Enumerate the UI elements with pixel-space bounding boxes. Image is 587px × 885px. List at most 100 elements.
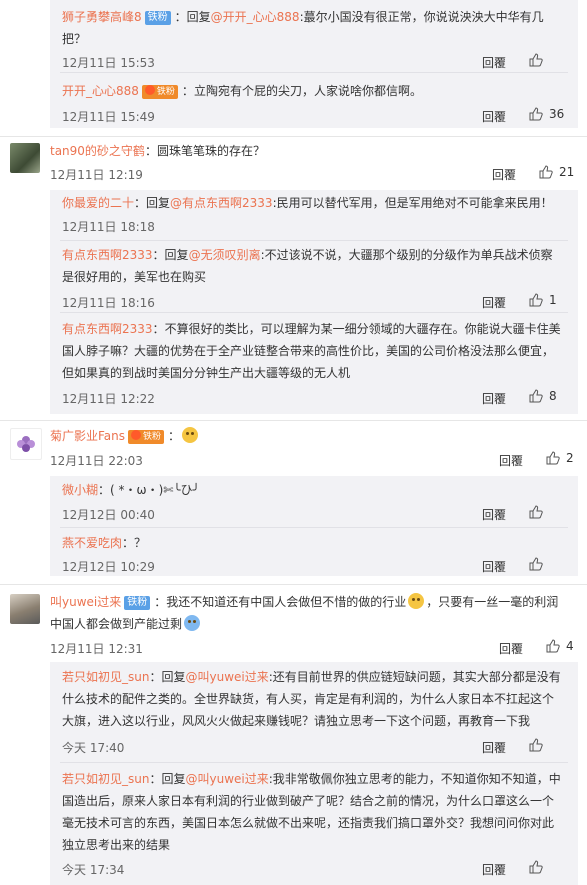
reply-text: 你最爱的二十：回复@有点东西啊2333:民用可以替代军用，但是军用绝对不可能拿来… [62,196,553,210]
user-link[interactable]: 狮子勇攀高峰8 [62,10,142,24]
thumbs-up-icon [539,165,553,179]
user-link[interactable]: 叫yuwei过来 [50,595,121,609]
divider [60,240,568,241]
reply-text: 狮子勇攀高峰8 铁粉 ：回复@开开_心心888:蕞尔小国没有很正常，你说说泱泱大中华… [62,10,544,46]
avatar[interactable] [10,143,40,173]
reply-text: 若只如初见_sun：回复@叫yuwei过来:我非常敬佩你独立思考的能力，不知道你… [62,772,561,852]
divider [60,527,568,528]
reply-box: 你最爱的二十：回复@有点东西啊2333:民用可以替代军用，但是军用绝对不可能拿来… [50,190,578,414]
timestamp: 12月11日 15:53 [62,56,155,70]
reply-button[interactable]: 回覆 [482,506,506,523]
like-button[interactable]: 4 [546,639,574,653]
thumbs-up-icon [529,860,543,874]
reply-item: 若只如初见_sun：回复@叫yuwei过来:我非常敬佩你独立思考的能力，不知道你… [50,764,578,885]
user-link[interactable]: 微小糊 [62,483,98,497]
user-link[interactable]: 菊广影业Fans [50,429,125,443]
timestamp: 12月11日 15:49 [62,110,155,124]
reply-button[interactable]: 回覆 [482,558,506,575]
timestamp: 12月11日 18:18 [62,220,155,234]
timestamp: 12月11日 18:16 [62,296,155,310]
thumbs-up-icon [529,389,543,403]
timestamp: 12月12日 10:29 [62,560,155,574]
divider [0,136,587,137]
fan-badge: 铁粉 [141,85,178,99]
timestamp: 12月12日 00:40 [62,508,155,522]
reply-item: 狮子勇攀高峰8 铁粉 ：回复@开开_心心888:蕞尔小国没有很正常，你说说泱泱大中华… [50,0,578,71]
thumbs-up-icon [529,738,543,752]
mention-link[interactable]: @开开_心心888 [211,10,300,24]
comment-text: 菊广影业Fans 铁粉： [50,425,570,447]
fan-badge: 铁粉 [128,430,165,444]
like-button[interactable] [529,860,549,874]
avatar[interactable] [10,428,42,460]
like-button[interactable]: 21 [539,165,574,179]
reply-item: 若只如初见_sun：回复@叫yuwei过来:还有目前世界的供应链短缺问题，其实大… [50,662,578,762]
reply-text: 有点东西啊2333：不算很好的类比，可以理解为某一细分领域的大疆存在。你能说大疆… [62,322,561,380]
comment-text: tan90的砂之守鹤：圆珠笔笔珠的存在？ [50,144,265,158]
reply-item: 有点东西啊2333：不算很好的类比，可以理解为某一细分领域的大疆存在。你能说大疆… [50,314,578,410]
flower-logo-icon [17,436,35,452]
divider [0,584,587,585]
reply-button[interactable]: 回覆 [482,294,506,311]
thumbs-up-icon [529,293,543,307]
reply-button[interactable]: 回覆 [499,452,523,469]
mention-link[interactable]: @无须叹别离 [189,248,261,262]
like-button[interactable]: 36 [529,107,564,121]
like-button[interactable] [529,53,549,67]
reply-item: 开开_心心888 铁粉 ：立陶宛有个屁的尖刀，人家说啥你都信啊。 12月11日 15… [50,72,578,128]
reply-button[interactable]: 回覆 [482,739,506,756]
like-button[interactable]: 2 [546,451,574,465]
emoji-icon [182,427,199,443]
reply-text: 微小糊：( *・ω・)✄╰ひ╯ [62,483,200,497]
crying-emoji-icon [184,615,201,631]
comment-list: 狮子勇攀高峰8 铁粉 ：回复@开开_心心888:蕞尔小国没有很正常，你说说泱泱大中华… [0,0,587,885]
timestamp: 12月11日 12:22 [62,392,155,406]
user-link[interactable]: 有点东西啊2333 [62,248,153,262]
reply-text: 燕不爱吃肉：？ [62,536,147,550]
fan-badge: 铁粉 [124,596,151,610]
reply-button[interactable]: 回覆 [482,108,506,125]
reply-button[interactable]: 回覆 [482,390,506,407]
user-link[interactable]: tan90的砂之守鹤 [50,144,145,158]
divider [60,762,568,763]
reply-button[interactable]: 回覆 [482,54,506,71]
timestamp: 今天 17:34 [62,863,125,877]
reply-text: 若只如初见_sun：回复@叫yuwei过来:还有目前世界的供应链短缺问题，其实大… [62,670,561,728]
reply-text: 开开_心心888 铁粉 ：立陶宛有个屁的尖刀，人家说啥你都信啊。 [62,84,422,99]
divider [0,420,587,421]
like-button[interactable] [529,505,549,519]
user-link[interactable]: 燕不爱吃肉 [62,536,122,550]
mention-link[interactable]: @叫yuwei过来 [185,670,268,684]
thumbs-up-icon [529,505,543,519]
mention-link[interactable]: @有点东西啊2333 [170,196,273,210]
reply-box: 若只如初见_sun：回复@叫yuwei过来:还有目前世界的供应链短缺问题，其实大… [50,662,578,885]
user-link[interactable]: 开开_心心888 [62,84,139,98]
thumbs-up-icon [529,107,543,121]
timestamp: 12月11日 22:03 [50,454,143,468]
user-link[interactable]: 若只如初见_sun [62,670,149,684]
avatar[interactable] [10,594,40,624]
user-link[interactable]: 有点东西啊2333 [62,322,153,336]
like-button[interactable]: 8 [529,389,557,403]
thumbs-up-icon [546,451,560,465]
like-button[interactable]: 1 [529,293,557,307]
mention-link[interactable]: @叫yuwei过来 [185,772,268,786]
timestamp: 12月11日 12:31 [50,642,143,656]
fan-badge: 铁粉 [144,11,171,25]
user-link[interactable]: 若只如初见_sun [62,772,149,786]
reply-box: 微小糊：( *・ω・)✄╰ひ╯ 12月12日 00:40 回覆 燕不爱吃肉：？ … [50,476,578,576]
reply-text: 有点东西啊2333：回复@无须叹别离:不过该说不说，大疆那个级别的分级作为单兵战… [62,248,553,284]
divider [60,312,568,313]
reply-button[interactable]: 回覆 [492,166,516,183]
thumbs-up-icon [529,53,543,67]
user-link[interactable]: 你最爱的二十 [62,196,134,210]
reply-item: 你最爱的二十：回复@有点东西啊2333:民用可以替代军用，但是军用绝对不可能拿来… [50,190,578,238]
timestamp: 今天 17:40 [62,741,125,755]
reply-button[interactable]: 回覆 [499,640,523,657]
reply-item: 微小糊：( *・ω・)✄╰ひ╯ 12月12日 00:40 回覆 [50,476,578,524]
thumbs-up-icon [529,557,543,571]
like-button[interactable] [529,738,549,752]
reply-button[interactable]: 回覆 [482,861,506,878]
comment-text: 叫yuwei过来 铁粉 ：我还不知道还有中国人会做但不惜的做的行业 ，只要有一丝一毫的… [50,593,559,631]
like-button[interactable] [529,557,549,571]
